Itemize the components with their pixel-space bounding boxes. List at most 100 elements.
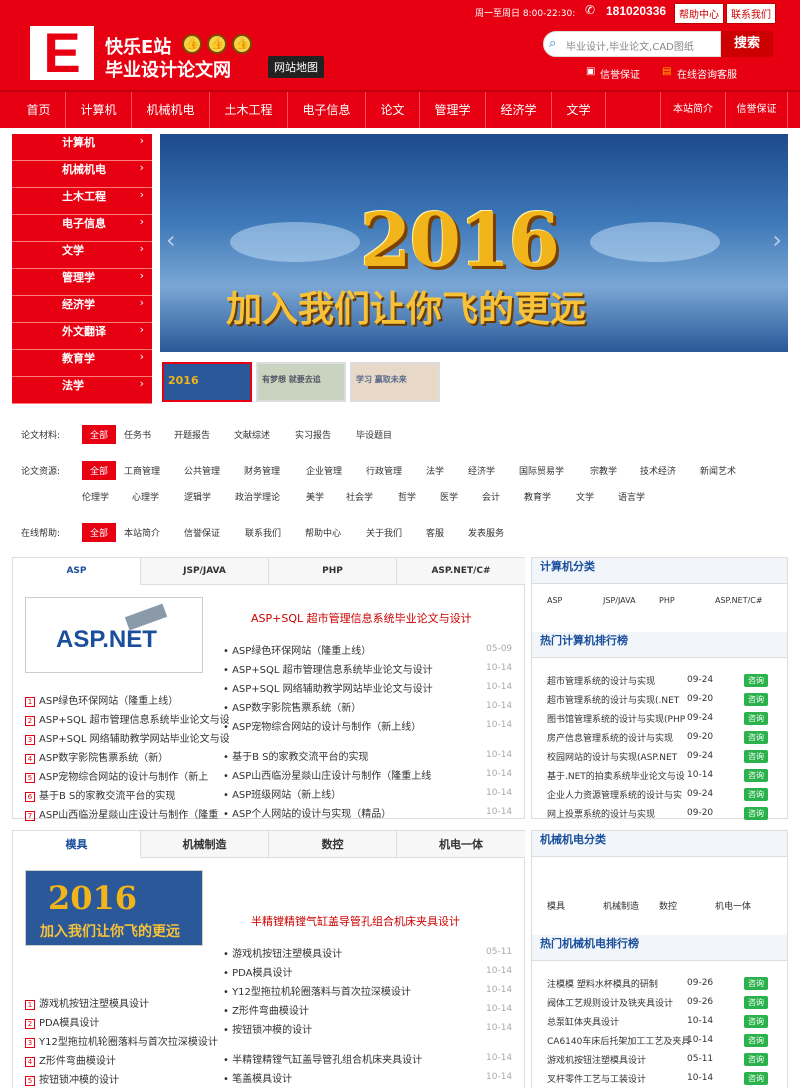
filter-tag[interactable]: 政治学理论 [235, 490, 280, 503]
list-item[interactable]: • 基于B S的家教交流平台的实现 [223, 748, 368, 763]
filter-tag[interactable]: 公共管理 [184, 464, 220, 477]
filter-tag[interactable]: 工商管理 [124, 464, 160, 477]
list-item[interactable]: 3 Y12型拖拉机轮圈落料与首次拉深模设计 [25, 1033, 218, 1048]
category-link[interactable]: PHP [659, 596, 675, 605]
list-item[interactable]: 1 游戏机按钮注塑模具设计 [25, 995, 149, 1010]
hero-banner[interactable]: 2016 加入我们让你飞的更远 ‹ › [160, 134, 788, 352]
search-input[interactable]: ⌕ 毕业设计,毕业论文,CAD图纸 [543, 31, 721, 57]
featured-link[interactable]: ASP+SQL 超市管理信息系统毕业论文与设计 [251, 610, 472, 626]
sidebar-item-education[interactable]: 教育学 › [12, 350, 152, 377]
filter-tag[interactable]: 任务书 [124, 428, 151, 441]
sitemap-link[interactable]: 网站地图 [268, 56, 324, 78]
filter-tag[interactable]: 美学 [306, 490, 324, 503]
list-item[interactable]: 5 按钮锁冲模的设计 [25, 1071, 119, 1086]
list-item[interactable]: • 游戏机按钮注塑模具设计 [223, 945, 342, 960]
list-item[interactable]: 4 Z形件弯曲模设计 [25, 1052, 116, 1067]
filter-tag[interactable]: 经济学 [468, 464, 495, 477]
list-item[interactable]: • Z形件弯曲模设计 [223, 1002, 309, 1017]
list-item[interactable]: • ASP山西临汾星燚山庄设计与制作（隆重上线 [223, 767, 431, 782]
filter-tag[interactable]: 信誉保证 [184, 526, 220, 539]
consult-button[interactable]: 咨询 [744, 807, 768, 820]
list-item[interactable]: 2 ASP+SQL 超市管理信息系统毕业论文与设 [25, 711, 230, 726]
filter-tag[interactable]: 全部 [82, 425, 117, 444]
consult-button[interactable]: 咨询 [744, 712, 768, 725]
sidebar-item-mechanical[interactable]: 机械机电 › [12, 161, 152, 188]
nav-computer[interactable]: 计算机 [66, 92, 132, 128]
consult-button[interactable]: 咨询 [744, 693, 768, 706]
category-link[interactable]: JSP/JAVA [603, 596, 636, 605]
filter-tag[interactable]: 法学 [426, 464, 444, 477]
nav-mechanical[interactable]: 机械机电 [132, 92, 210, 128]
nav-home[interactable]: 首页 [12, 92, 66, 128]
chevron-right-icon[interactable]: › [772, 226, 782, 254]
filter-tag[interactable]: 开题报告 [174, 428, 210, 441]
nav-management[interactable]: 管理学 [420, 92, 486, 128]
online-service-link[interactable]: 在线咨询客服 [677, 66, 737, 81]
rank-item[interactable]: 超市管理系统的设计与实现 [547, 674, 655, 687]
filter-tag[interactable]: 宗教学 [590, 464, 617, 477]
sidebar-item-economics[interactable]: 经济学 › [12, 296, 152, 323]
sidebar-item-law[interactable]: 法学 › [12, 377, 152, 404]
filter-tag[interactable]: 医学 [440, 490, 458, 503]
consult-button[interactable]: 咨询 [744, 769, 768, 782]
rank-item[interactable]: 企业人力资源管理系统的设计与实 [547, 788, 682, 801]
consult-button[interactable]: 咨询 [744, 674, 768, 687]
filter-tag[interactable]: 文学 [576, 490, 594, 503]
filter-tag[interactable]: 新闻艺术 [700, 464, 736, 477]
nav-trust[interactable]: 信誉保证 [726, 92, 788, 128]
filter-tag[interactable]: 国际贸易学 [519, 464, 564, 477]
rank-item[interactable]: 阀体工艺规则设计及铣夹具设计 [547, 996, 673, 1009]
nav-literature[interactable]: 文学 [552, 92, 606, 128]
filter-tag[interactable]: 联系我们 [245, 526, 281, 539]
list-item[interactable]: 3 ASP+SQL 网络辅助教学网站毕业论文与设 [25, 730, 230, 745]
list-item[interactable]: • ASP+SQL 超市管理信息系统毕业论文与设计 [223, 661, 433, 676]
filter-tag[interactable]: 教育学 [524, 490, 551, 503]
list-item[interactable]: • 笔盖模具设计 [223, 1070, 292, 1085]
category-link[interactable]: 机械制造 [603, 899, 639, 912]
search-button[interactable]: 搜索 [721, 31, 773, 57]
list-item[interactable]: • ASP宠物综合网站的设计与制作（新上线） [223, 718, 421, 733]
filter-tag[interactable]: 客服 [426, 526, 444, 539]
banner-image[interactable]: 2016 加入我们让你飞的更远 [25, 870, 203, 946]
tab-mold[interactable]: 模具 [13, 831, 141, 858]
asp-net-logo-image[interactable]: ASP.NET [25, 597, 203, 673]
list-item[interactable]: • Y12型拖拉机轮圈落料与首次拉深模设计 [223, 983, 411, 998]
filter-tag[interactable]: 心理学 [132, 490, 159, 503]
sidebar-item-electronics[interactable]: 电子信息 › [12, 215, 152, 242]
list-item[interactable]: • ASP绿色环保网站（隆重上线） [223, 642, 371, 657]
category-link[interactable]: ASP [547, 596, 562, 605]
category-link[interactable]: 机电一体 [715, 899, 751, 912]
rank-item[interactable]: 图书馆管理系统的设计与实现(PHP [547, 712, 685, 725]
filter-tag[interactable]: 发表服务 [468, 526, 504, 539]
tab-cnc[interactable]: 数控 [269, 831, 397, 858]
rank-item[interactable]: 总泵缸体夹具设计 [547, 1015, 619, 1028]
rank-item[interactable]: 注模模 塑料水杯模具的研制 [547, 977, 658, 990]
filter-tag[interactable]: 本站简介 [124, 526, 160, 539]
consult-button[interactable]: 咨询 [744, 977, 768, 990]
filter-tag[interactable]: 帮助中心 [305, 526, 341, 539]
chevron-left-icon[interactable]: ‹ [166, 226, 176, 254]
nav-electronics[interactable]: 电子信息 [288, 92, 366, 128]
tab-manufacturing[interactable]: 机械制造 [141, 831, 269, 858]
filter-tag[interactable]: 财务管理 [244, 464, 280, 477]
tab-jsp[interactable]: JSP/JAVA [141, 558, 269, 585]
list-item[interactable]: • ASP+SQL 网络辅助教学网站毕业论文与设计 [223, 680, 433, 695]
category-link[interactable]: 模具 [547, 899, 565, 912]
filter-tag[interactable]: 实习报告 [295, 428, 331, 441]
filter-tag[interactable]: 社会学 [346, 490, 373, 503]
nav-economics[interactable]: 经济学 [486, 92, 552, 128]
sidebar-item-civil[interactable]: 土木工程 › [12, 188, 152, 215]
tab-aspnet[interactable]: ASP.NET/C# [397, 558, 525, 585]
contact-us-button[interactable]: 联系我们 [726, 3, 776, 24]
rank-item[interactable]: 基于.NET的拍卖系统毕业论文与设 [547, 769, 685, 782]
category-link[interactable]: ASP.NET/C# [715, 596, 763, 605]
logo-subtitle[interactable]: 毕业设计论文网 [105, 56, 231, 82]
filter-tag[interactable]: 技术经济 [640, 464, 676, 477]
tab-mechatronics[interactable]: 机电一体 [397, 831, 525, 858]
category-link[interactable]: 数控 [659, 899, 677, 912]
sidebar-item-translation[interactable]: 外文翻译 › [12, 323, 152, 350]
consult-button[interactable]: 咨询 [744, 1034, 768, 1047]
banner-thumb[interactable]: 有梦想 就要去追 [256, 362, 346, 402]
nav-thesis[interactable]: 论文 [366, 92, 420, 128]
sidebar-item-computer[interactable]: 计算机 › [12, 134, 152, 161]
